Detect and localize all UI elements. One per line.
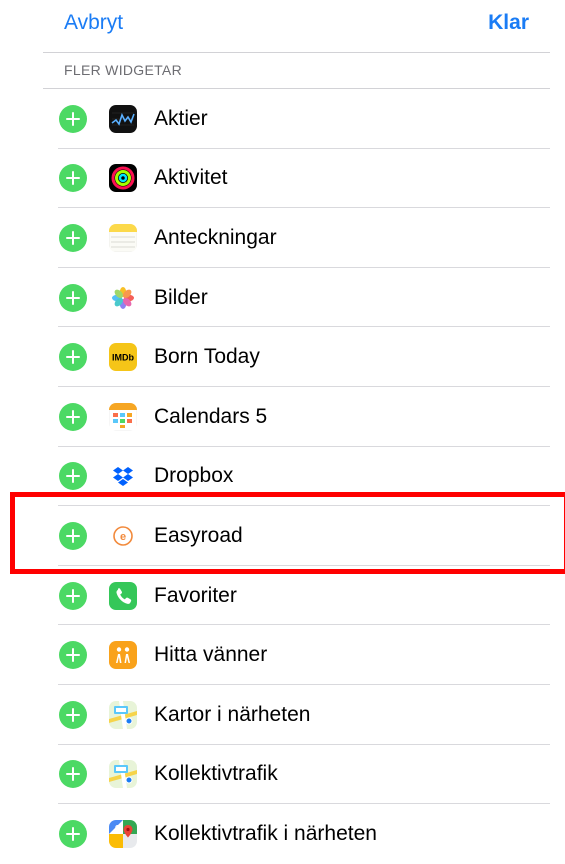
widget-row-hitta-vanner[interactable]: Hitta vänner: [0, 625, 565, 685]
widget-row-easyroad[interactable]: e Easyroad: [0, 506, 565, 566]
add-icon[interactable]: [59, 283, 87, 312]
find-friends-icon: [109, 641, 137, 670]
add-icon[interactable]: [59, 700, 87, 729]
navigation-bar: Avbryt Klar: [0, 0, 565, 52]
maps-icon: [109, 700, 137, 729]
dropbox-icon: [109, 462, 137, 491]
widget-label: Aktivitet: [154, 166, 228, 190]
widget-label: Anteckningar: [154, 225, 277, 249]
add-icon[interactable]: [59, 581, 87, 610]
widget-label: Favoriter: [154, 583, 237, 607]
imdb-icon: IMDb: [109, 343, 137, 372]
widget-label: Kollektivtrafik i närheten: [154, 821, 377, 845]
widget-label: Kollektivtrafik: [154, 762, 278, 786]
nav-divider: [43, 52, 550, 53]
widget-label: Kartor i närheten: [154, 702, 311, 726]
add-icon[interactable]: [59, 760, 87, 789]
cancel-button[interactable]: Avbryt: [64, 10, 123, 36]
easyroad-icon: e: [109, 521, 137, 550]
widget-label: Easyroad: [154, 523, 243, 547]
widget-row-bilder[interactable]: Bilder: [0, 268, 565, 328]
add-icon[interactable]: [59, 462, 87, 491]
widget-row-anteckningar[interactable]: Anteckningar: [0, 208, 565, 268]
add-icon[interactable]: [59, 521, 87, 550]
widget-row-kollektivtrafik[interactable]: Kollektivtrafik: [0, 745, 565, 805]
add-icon[interactable]: [59, 223, 87, 252]
widget-label: Dropbox: [154, 464, 234, 488]
add-icon[interactable]: [59, 343, 87, 372]
phone-icon: [109, 581, 137, 610]
easyroad-icon-text: e: [120, 531, 126, 543]
widget-row-calendars-5[interactable]: Calendars 5: [0, 387, 565, 447]
widget-label: Bilder: [154, 285, 208, 309]
activity-icon: [109, 164, 137, 193]
add-icon[interactable]: [59, 402, 87, 431]
add-icon[interactable]: [59, 164, 87, 193]
widget-row-aktier[interactable]: Aktier: [0, 89, 565, 149]
svg-text:G: G: [115, 825, 121, 832]
widget-list: Aktier Aktivitet Anteckningar Bilder IMD…: [0, 89, 565, 864]
stocks-icon: [109, 104, 137, 133]
widget-label: Born Today: [154, 345, 260, 369]
imdb-icon-text: IMDb: [112, 353, 134, 363]
widget-row-favoriter[interactable]: Favoriter: [0, 566, 565, 626]
add-icon[interactable]: [59, 819, 87, 848]
widget-row-born-today[interactable]: IMDb Born Today: [0, 327, 565, 387]
widget-label: Aktier: [154, 106, 208, 130]
done-button[interactable]: Klar: [488, 10, 529, 36]
notes-icon: [109, 223, 137, 252]
maps-transit-icon: [109, 760, 137, 789]
widget-row-aktivitet[interactable]: Aktivitet: [0, 149, 565, 209]
widget-label: Hitta vänner: [154, 643, 268, 667]
calendars-icon: [109, 402, 137, 431]
widget-row-dropbox[interactable]: Dropbox: [0, 447, 565, 507]
widget-row-kollektivtrafik-i-narheten[interactable]: G Kollektivtrafik i närheten: [0, 804, 565, 864]
widget-label: Calendars 5: [154, 404, 268, 428]
widget-row-kartor-i-narheten[interactable]: Kartor i närheten: [0, 685, 565, 745]
add-icon[interactable]: [59, 104, 87, 133]
section-header: FLER WIDGETAR: [64, 62, 182, 78]
photos-icon: [109, 283, 137, 312]
add-icon[interactable]: [59, 641, 87, 670]
google-maps-icon: G: [109, 819, 137, 848]
